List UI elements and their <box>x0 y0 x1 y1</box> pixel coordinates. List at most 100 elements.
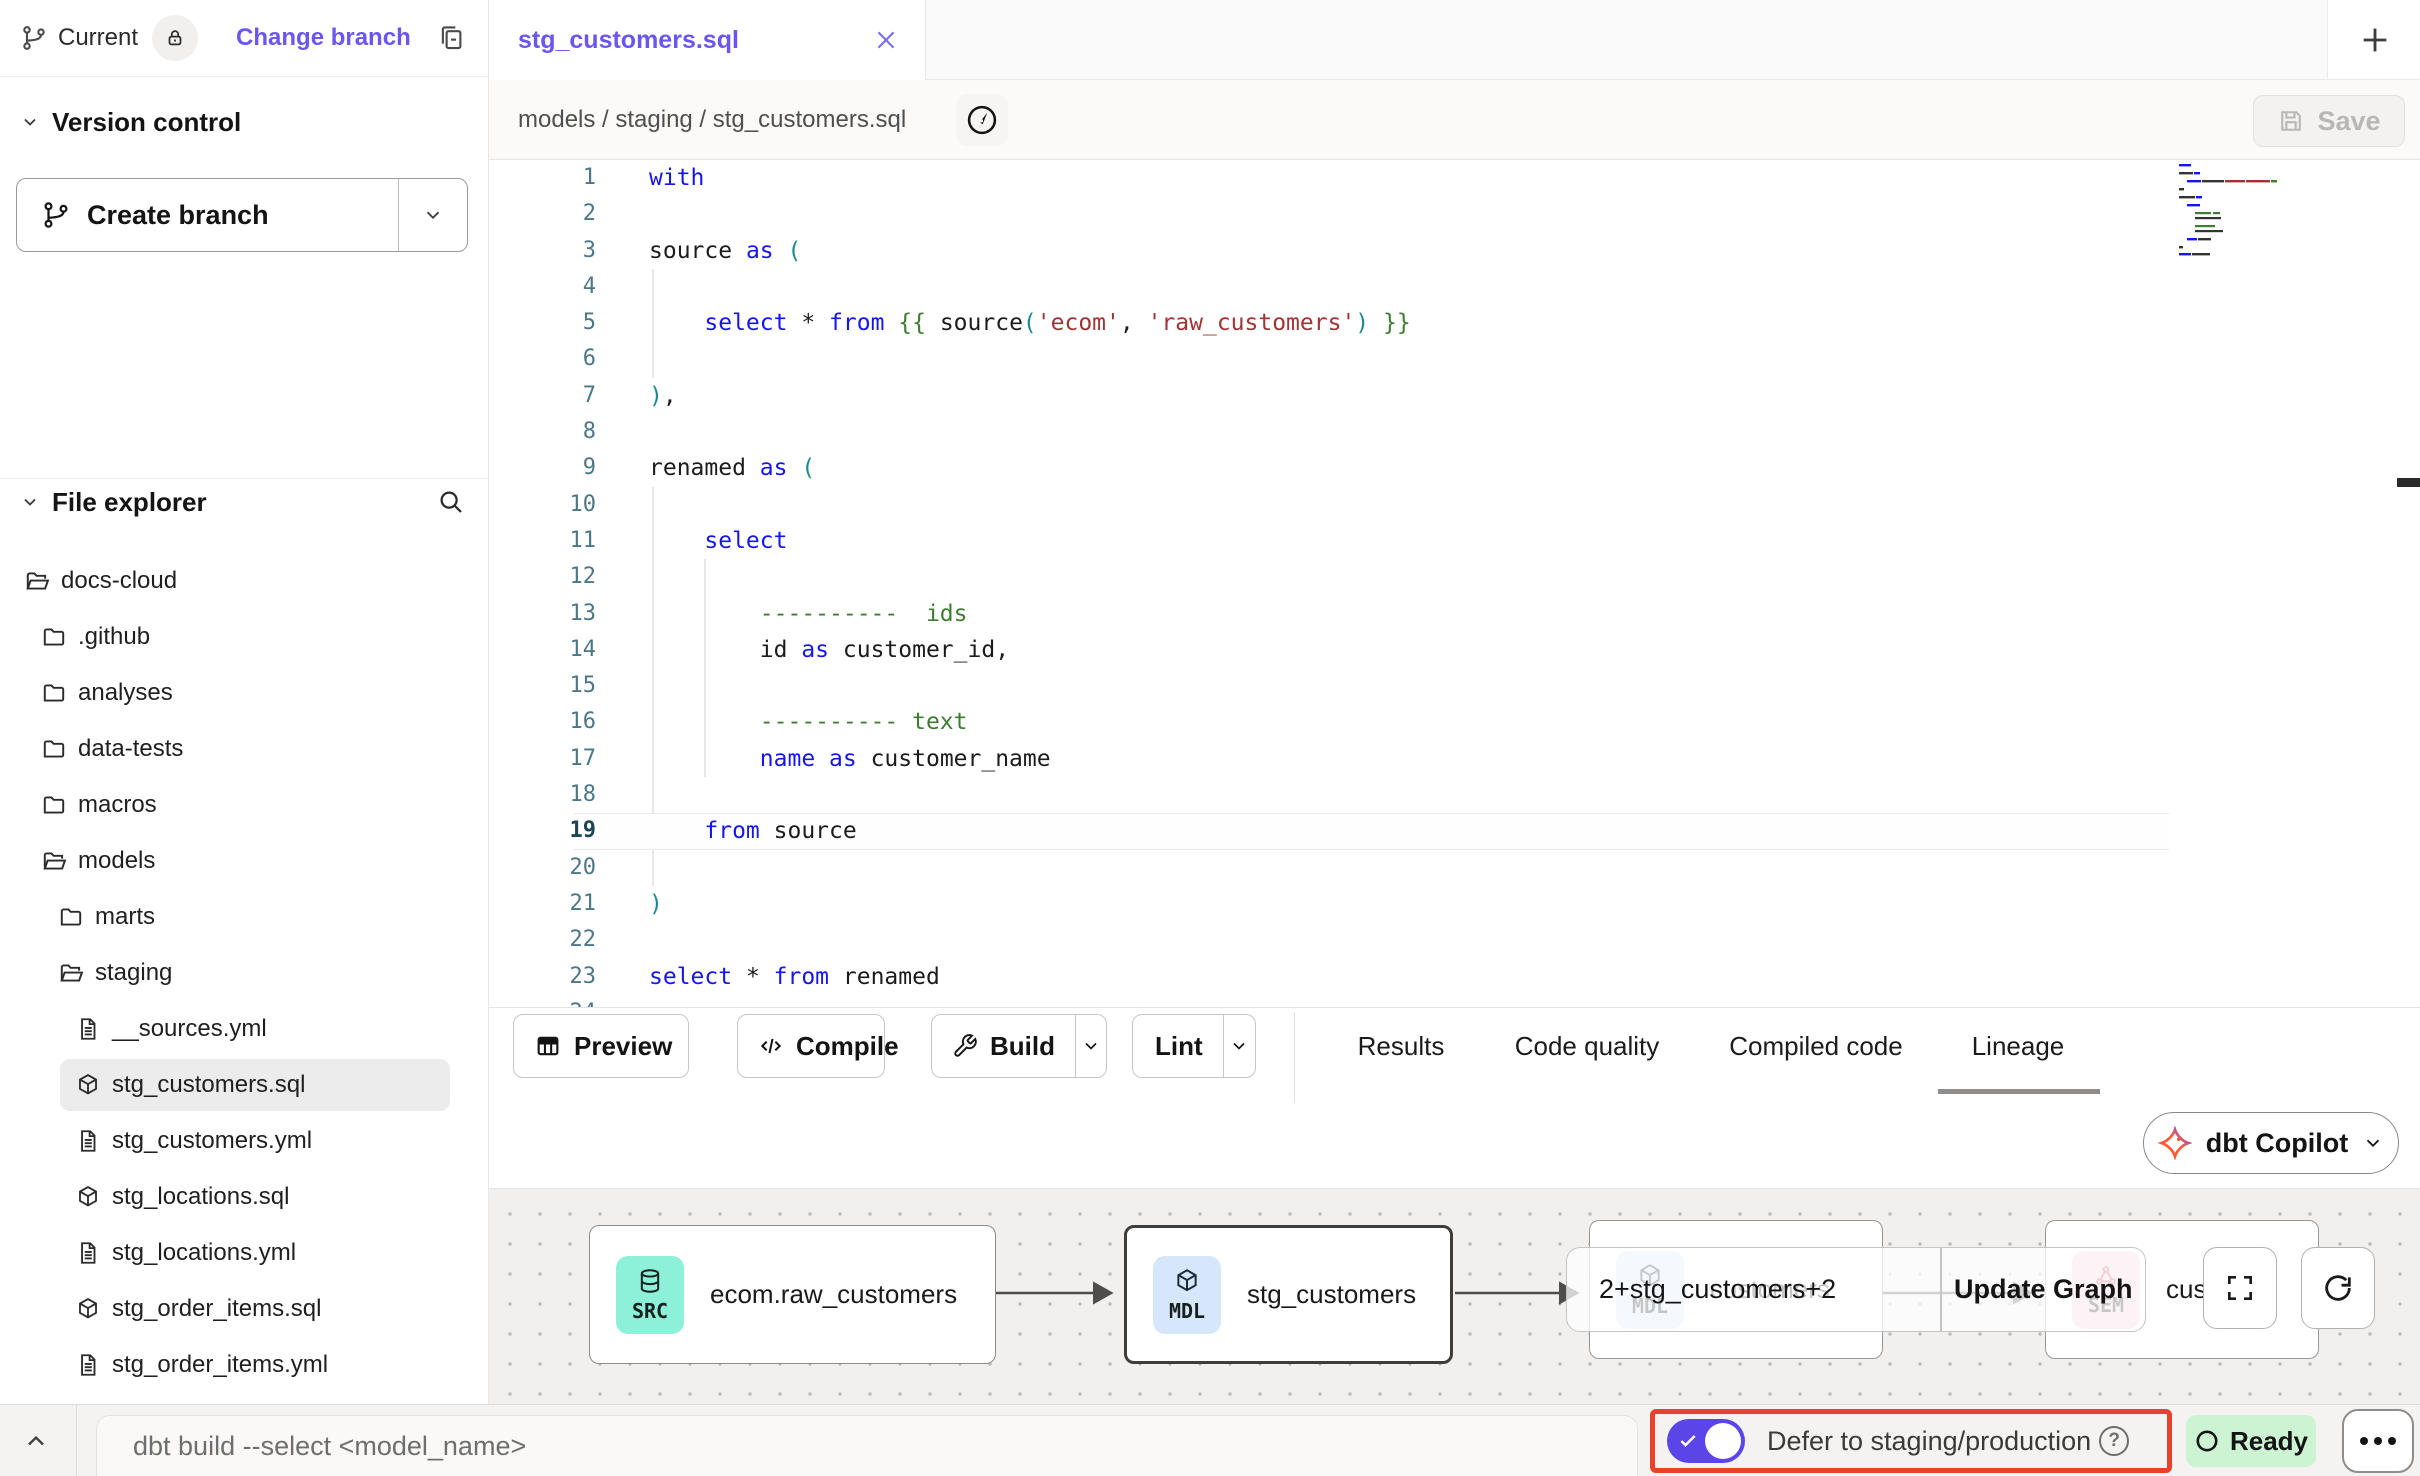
tree-item-analyses[interactable]: analyses <box>0 665 488 721</box>
file-icon <box>75 1240 101 1266</box>
tree-item-stg-customers-sql[interactable]: stg_customers.sql <box>0 1057 488 1113</box>
code-line-7: 7), <box>489 378 2189 414</box>
tree-item-marts[interactable]: marts <box>0 889 488 945</box>
create-branch-button[interactable]: Create branch <box>16 178 468 252</box>
line-content: ---------- text <box>596 704 968 740</box>
minimap[interactable] <box>2177 162 2297 257</box>
code-editor[interactable]: 1with23source as (45 select * from {{ so… <box>489 160 2420 1008</box>
tree-item-stg-order-items-sql[interactable]: stg_order_items.sql <box>0 1281 488 1337</box>
line-number: 7 <box>489 378 596 414</box>
file-explorer-section[interactable]: File explorer <box>0 478 488 526</box>
tree-item-stg-locations-sql[interactable]: stg_locations.sql <box>0 1169 488 1225</box>
lint-label: Lint <box>1155 1031 1203 1062</box>
status-label: Ready <box>2230 1426 2308 1457</box>
refresh-button[interactable] <box>2301 1247 2375 1329</box>
save-button[interactable]: Save <box>2253 95 2405 147</box>
file-icon <box>75 1352 101 1378</box>
tab-compiled-code[interactable]: Compiled code <box>1729 1008 1902 1084</box>
scrollbar-thumb[interactable] <box>2397 478 2420 487</box>
file-icon <box>75 1016 101 1042</box>
tab-results[interactable]: Results <box>1358 1008 1445 1084</box>
folder-icon <box>58 904 84 930</box>
dbt-cloud-ide: Current Change branch Version control <box>0 0 2420 1476</box>
folder-icon <box>41 792 67 818</box>
code-line-3: 3source as ( <box>489 233 2189 269</box>
line-content <box>596 269 649 305</box>
folder-icon <box>41 736 67 762</box>
chevron-down-icon <box>20 112 40 132</box>
tree-item-macros[interactable]: macros <box>0 777 488 833</box>
lint-button[interactable]: Lint <box>1132 1014 1256 1078</box>
update-graph-button[interactable]: Update Graph <box>1942 1274 2146 1305</box>
code-line-17: 17 name as customer_name <box>489 741 2189 777</box>
line-number: 4 <box>489 269 596 305</box>
code-line-20: 20 <box>489 850 2189 886</box>
dbt-copilot-button[interactable]: dbt Copilot <box>2143 1112 2399 1174</box>
tree-item-models[interactable]: models <box>0 833 488 889</box>
lineage-canvas[interactable]: SRC ecom.raw_customers MDL stg_customers… <box>489 1188 2420 1404</box>
compass-icon[interactable] <box>956 94 1008 146</box>
help-icon[interactable]: ? <box>2099 1426 2129 1456</box>
save-label: Save <box>2317 106 2380 137</box>
tree-item-data-tests[interactable]: data-tests <box>0 721 488 777</box>
tree-item-stg-customers-yml[interactable]: stg_customers.yml <box>0 1113 488 1169</box>
line-content: from source <box>596 813 857 849</box>
tab-label: stg_customers.sql <box>518 26 739 55</box>
tree-item-label: stg_order_items.sql <box>112 1295 321 1323</box>
tree-item-stg-locations-yml[interactable]: stg_locations.yml <box>0 1225 488 1281</box>
model-icon <box>75 1072 101 1098</box>
tree-item-staging[interactable]: staging <box>0 945 488 1001</box>
line-number: 5 <box>489 305 596 341</box>
preview-label: Preview <box>574 1031 672 1062</box>
tab-code-quality[interactable]: Code quality <box>1515 1008 1660 1084</box>
chevron-down-icon <box>20 492 40 512</box>
code-line-5: 5 select * from {{ source('ecom', 'raw_c… <box>489 305 2189 341</box>
lineage-node-stg-customers[interactable]: MDL stg_customers <box>1124 1225 1453 1364</box>
file-explorer-title: File explorer <box>52 487 207 518</box>
new-tab-button[interactable] <box>2328 0 2420 79</box>
tree-item-label: marts <box>95 903 155 931</box>
preview-button[interactable]: Preview <box>513 1014 689 1078</box>
line-content: ), <box>596 378 677 414</box>
tree-item-stg-order-items-yml[interactable]: stg_order_items.yml <box>0 1337 488 1393</box>
build-caret[interactable] <box>1076 1036 1106 1056</box>
compile-label: Compile <box>796 1031 899 1062</box>
wrench-icon <box>952 1033 978 1059</box>
more-options-button[interactable] <box>2342 1409 2414 1473</box>
lint-caret[interactable] <box>1223 1036 1255 1056</box>
build-button[interactable]: Build <box>931 1014 1107 1078</box>
change-branch-link[interactable]: Change branch <box>236 24 411 52</box>
lineage-select-input[interactable]: 2+stg_customers+2 <box>1567 1274 1940 1305</box>
tree-item-docs-cloud[interactable]: docs-cloud <box>0 553 488 609</box>
search-icon[interactable] <box>436 487 466 517</box>
line-content: source as ( <box>596 233 801 269</box>
line-content: name as customer_name <box>596 741 1051 777</box>
model-icon <box>75 1296 101 1322</box>
lineage-node-source[interactable]: SRC ecom.raw_customers <box>589 1225 996 1364</box>
badge-label: SRC <box>632 1299 668 1323</box>
line-content <box>596 668 649 704</box>
tree-item--sources-yml[interactable]: __sources.yml <box>0 1001 488 1057</box>
breadcrumb-row: models / staging / stg_customers.sql Sav… <box>489 80 2420 160</box>
line-number: 14 <box>489 632 596 668</box>
plus-icon <box>2358 23 2392 57</box>
close-icon[interactable] <box>873 27 899 53</box>
create-branch-caret[interactable] <box>399 204 467 226</box>
copy-icon[interactable] <box>436 23 466 53</box>
copilot-row: dbt Copilot <box>489 1105 2420 1188</box>
tab-lineage[interactable]: Lineage <box>1972 1008 2065 1084</box>
tree-item-label: stg_order_items.yml <box>112 1351 328 1379</box>
tree-item--github[interactable]: .github <box>0 609 488 665</box>
line-content: select * from {{ source('ecom', 'raw_cus… <box>596 305 1411 341</box>
version-control-section[interactable]: Version control <box>0 98 488 146</box>
tab-stg-customers-sql[interactable]: stg_customers.sql <box>489 0 926 80</box>
breadcrumb: models / staging / stg_customers.sql <box>518 80 906 160</box>
chevron-up-icon[interactable] <box>22 1427 50 1455</box>
code-line-18: 18 <box>489 777 2189 813</box>
command-input[interactable]: dbt build --select <model_name> <box>96 1415 1638 1476</box>
defer-toggle[interactable] <box>1667 1419 1745 1463</box>
compile-button[interactable]: Compile <box>737 1014 885 1078</box>
refresh-icon <box>2321 1271 2355 1305</box>
statusbar-divider <box>76 1405 77 1476</box>
fullscreen-button[interactable] <box>2203 1247 2277 1329</box>
